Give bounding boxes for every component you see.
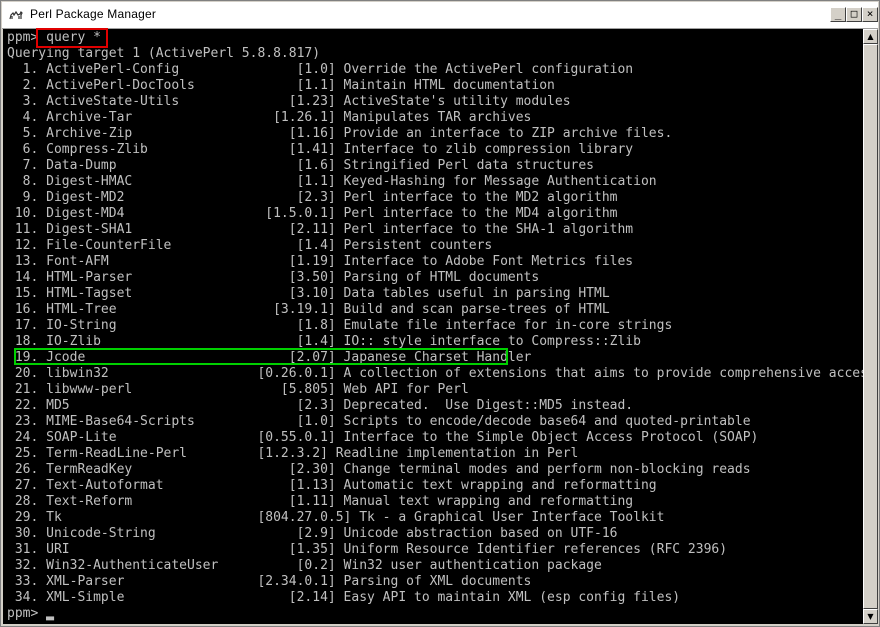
package-row: 13. Font-AFM [1.19] Interface to Adobe F… [7, 254, 634, 269]
package-row: 29. Tk [804.27.0.5] Tk - a Graphical Use… [7, 510, 665, 525]
package-row: 31. URI [1.35] Uniform Resource Identifi… [7, 542, 728, 557]
package-row: 28. Text-Reform [1.11] Manual text wrapp… [7, 494, 634, 509]
package-row: 14. HTML-Parser [3.50] Parsing of HTML d… [7, 270, 540, 285]
package-row: 7. Data-Dump [1.6] Stringified Perl data… [7, 158, 594, 173]
package-row: 9. Digest-MD2 [2.3] Perl interface to th… [7, 190, 618, 205]
ppm-window: Perl Package Manager _ □ × ppm> query * Q… [0, 0, 880, 627]
title-bar[interactable]: Perl Package Manager _ □ × [2, 2, 878, 29]
close-button[interactable]: × [862, 7, 878, 22]
vertical-scrollbar[interactable]: ▲ ▼ [863, 29, 878, 624]
package-row: 26. TermReadKey [2.30] Change terminal m… [7, 462, 751, 477]
package-row: 25. Term-ReadLine-Perl [1.2.3.2] Readlin… [7, 446, 579, 461]
package-row: 4. Archive-Tar [1.26.1] Manipulates TAR … [7, 110, 532, 125]
maximize-button[interactable]: □ [846, 7, 862, 22]
scroll-up-button[interactable]: ▲ [863, 29, 878, 44]
package-row: 3. ActiveState-Utils [1.23] ActiveState'… [7, 94, 571, 109]
package-row: 15. HTML-Tagset [3.10] Data tables usefu… [7, 286, 610, 301]
status-line: Querying target 1 (ActivePerl 5.8.8.817) [7, 46, 321, 61]
text-cursor: ▂ [46, 606, 54, 621]
prompt-line: ppm> ▂ [7, 606, 863, 622]
command-line: ppm> query * [7, 30, 101, 45]
package-row: 22. MD5 [2.3] Deprecated. Use Digest::MD… [7, 398, 634, 413]
package-row: 11. Digest-SHA1 [2.11] Perl interface to… [7, 222, 634, 237]
package-row: 30. Unicode-String [2.9] Unicode abstrac… [7, 526, 618, 541]
package-row: 17. IO-String [1.8] Emulate file interfa… [7, 318, 673, 333]
package-row: 1. ActivePerl-Config [1.0] Override the … [7, 62, 634, 77]
package-row: 12. File-CounterFile [1.4] Persistent co… [7, 238, 493, 253]
scroll-thumb[interactable] [863, 44, 878, 609]
window-title: Perl Package Manager [30, 7, 157, 21]
package-row: 33. XML-Parser [2.34.0.1] Parsing of XML… [7, 574, 532, 589]
console-output[interactable]: ppm> query * Querying target 1 (ActivePer… [3, 29, 863, 624]
package-row: 6. Compress-Zlib [1.41] Interface to zli… [7, 142, 634, 157]
package-row: 10. Digest-MD4 [1.5.0.1] Perl interface … [7, 206, 618, 221]
package-row: 32. Win32-AuthenticateUser [0.2] Win32 u… [7, 558, 602, 573]
package-row: 5. Archive-Zip [1.16] Provide an interfa… [7, 126, 673, 141]
package-row: 24. SOAP-Lite [0.55.0.1] Interface to th… [7, 430, 759, 445]
package-row: 8. Digest-HMAC [1.1] Keyed-Hashing for M… [7, 174, 657, 189]
package-row: 20. libwin32 [0.26.0.1] A collection of … [7, 366, 863, 381]
package-row: 34. XML-Simple [2.14] Easy API to mainta… [7, 590, 681, 605]
camel-icon [8, 7, 24, 23]
command-highlight-box [36, 28, 108, 48]
minimize-button[interactable]: _ [830, 7, 846, 22]
package-row: 16. HTML-Tree [3.19.1] Build and scan pa… [7, 302, 610, 317]
package-row: 2. ActivePerl-DocTools [1.1] Maintain HT… [7, 78, 555, 93]
package-row: 23. MIME-Base64-Scripts [1.0] Scripts to… [7, 414, 751, 429]
console-lines: ppm> query * Querying target 1 (ActivePer… [7, 30, 863, 622]
package-row: 21. libwww-perl [5.805] Web API for Perl [7, 382, 469, 397]
package-row: 27. Text-Autoformat [1.13] Automatic tex… [7, 478, 657, 493]
scroll-down-button[interactable]: ▼ [863, 609, 878, 624]
prompt-text: ppm> [7, 606, 47, 621]
jcode-row-highlight-box [14, 348, 508, 365]
